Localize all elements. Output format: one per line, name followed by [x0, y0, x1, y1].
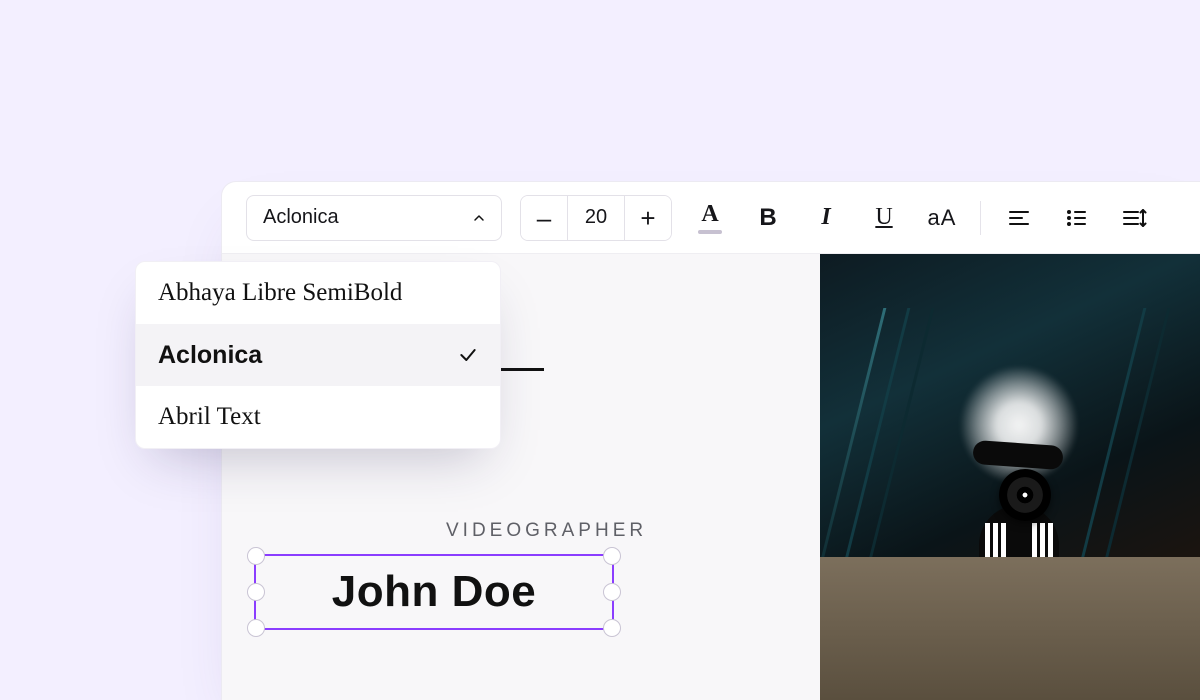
- bullet-list-button[interactable]: [1057, 198, 1097, 238]
- font-option[interactable]: Abril Text: [136, 386, 500, 448]
- font-family-select[interactable]: Aclonica: [246, 195, 502, 241]
- font-option-label: Aclonica: [158, 341, 262, 370]
- subtitle-text[interactable]: VIDEOGRAPHER: [446, 520, 647, 542]
- resize-handle-top-left[interactable]: [247, 547, 265, 565]
- text-color-icon: A: [698, 201, 722, 234]
- text-style-group: A B I U aA: [690, 198, 962, 238]
- font-size-increase-button[interactable]: +: [625, 196, 671, 240]
- line-spacing-icon: [1122, 206, 1148, 230]
- font-family-value: Aclonica: [263, 206, 339, 229]
- check-icon: [458, 345, 478, 365]
- resize-handle-middle-right[interactable]: [603, 583, 621, 601]
- bold-button[interactable]: B: [748, 198, 788, 238]
- font-size-stepper: – 20 +: [520, 195, 672, 241]
- paragraph-group: [999, 198, 1155, 238]
- resize-handle-bottom-left[interactable]: [247, 619, 265, 637]
- align-button[interactable]: [999, 198, 1039, 238]
- photographer-figure: [949, 425, 1089, 655]
- chevron-up-icon: [471, 210, 487, 226]
- resize-handle-top-right[interactable]: [603, 547, 621, 565]
- text-case-button[interactable]: aA: [922, 198, 962, 238]
- resize-handle-middle-left[interactable]: [247, 583, 265, 601]
- font-option-label: Abhaya Libre SemiBold: [158, 279, 402, 307]
- text-color-button[interactable]: A: [690, 198, 730, 238]
- font-dropdown-popover: Abhaya Libre SemiBold Aclonica Abril Tex…: [135, 261, 501, 449]
- font-option[interactable]: Abhaya Libre SemiBold: [136, 262, 500, 324]
- underline-icon: U: [875, 204, 892, 231]
- case-icon: aA: [928, 205, 957, 231]
- font-option-label: Abril Text: [158, 403, 261, 431]
- bold-icon: B: [759, 204, 776, 232]
- font-size-decrease-button[interactable]: –: [521, 196, 567, 240]
- italic-icon: I: [821, 204, 830, 231]
- canvas-image[interactable]: [820, 254, 1200, 700]
- toolbar: Aclonica – 20 + A B I U: [222, 182, 1200, 254]
- underline-button[interactable]: U: [864, 198, 904, 238]
- italic-button[interactable]: I: [806, 198, 846, 238]
- selected-text-box[interactable]: John Doe: [254, 554, 614, 630]
- font-option-selected[interactable]: Aclonica: [136, 324, 500, 386]
- line-spacing-button[interactable]: [1115, 198, 1155, 238]
- bullet-list-icon: [1065, 206, 1089, 230]
- align-left-icon: [1007, 206, 1031, 230]
- name-heading: John Doe: [332, 567, 536, 617]
- font-size-value[interactable]: 20: [567, 196, 625, 240]
- resize-handle-bottom-right[interactable]: [603, 619, 621, 637]
- toolbar-divider: [980, 201, 981, 235]
